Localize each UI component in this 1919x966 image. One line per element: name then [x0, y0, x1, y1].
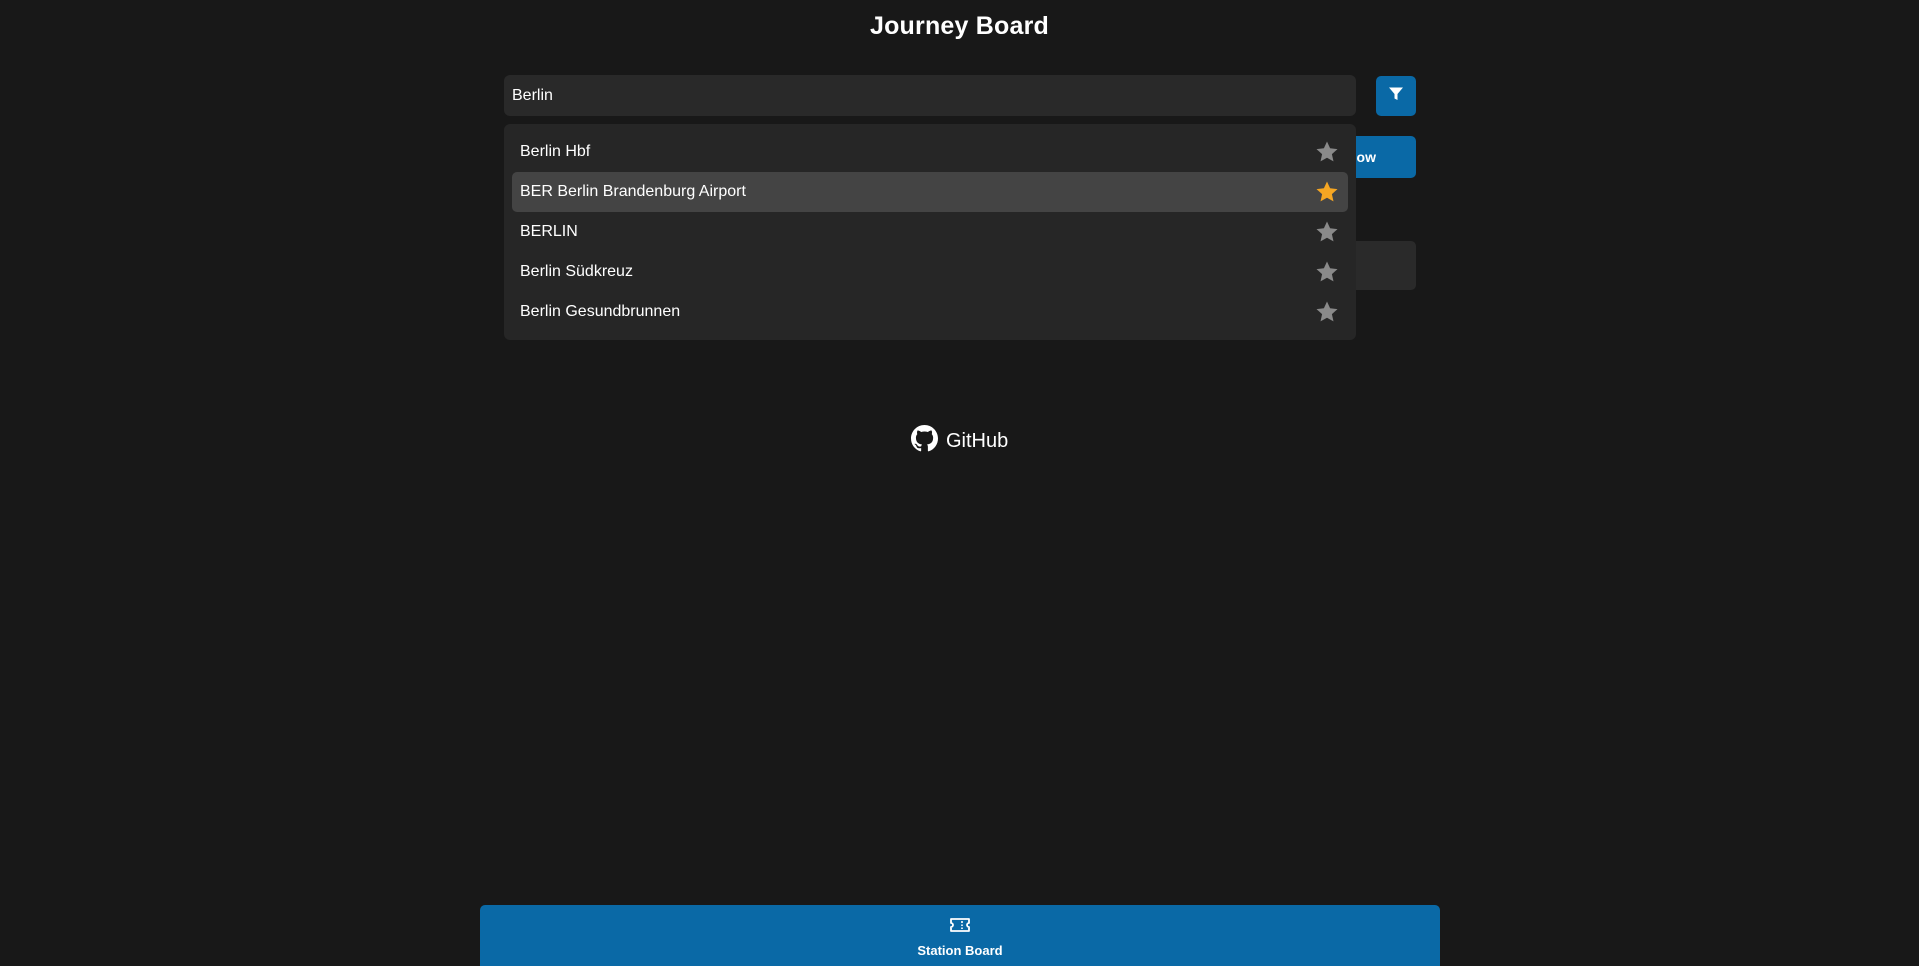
suggestion-label: Berlin Gesundbrunnen [520, 303, 681, 320]
ticket-icon [949, 916, 971, 939]
github-link[interactable]: GitHub [911, 424, 1009, 458]
suggestion-label: Berlin Hbf [520, 143, 591, 160]
suggestion-label: BERLIN [520, 223, 578, 240]
suggestion-item[interactable]: Berlin Südkreuz [512, 252, 1348, 292]
suggestion-label: Berlin Südkreuz [520, 263, 633, 280]
bottom-navigation: Station Board [480, 905, 1440, 966]
star-filled-icon[interactable] [1314, 179, 1340, 205]
github-icon [911, 424, 938, 458]
page: Journey Board ow Berlin Hbf BER Berlin B… [0, 0, 1919, 966]
nav-station-board-label: Station Board [917, 943, 1003, 958]
star-icon[interactable] [1314, 219, 1340, 245]
star-icon[interactable] [1314, 259, 1340, 285]
suggestion-item[interactable]: BER Berlin Brandenburg Airport [512, 172, 1348, 212]
page-title: Journey Board [869, 12, 1050, 40]
star-icon[interactable] [1314, 299, 1340, 325]
filter-icon [1388, 86, 1404, 107]
suggestion-item[interactable]: BERLIN [512, 212, 1348, 252]
suggestion-label: BER Berlin Brandenburg Airport [520, 183, 746, 200]
station-suggestions-dropdown: Berlin Hbf BER Berlin Brandenburg Airpor… [504, 124, 1356, 340]
suggestion-item[interactable]: Berlin Hbf [512, 132, 1348, 172]
star-icon[interactable] [1314, 139, 1340, 165]
suggestion-item[interactable]: Berlin Gesundbrunnen [512, 292, 1348, 332]
github-label: GitHub [946, 429, 1009, 452]
nav-station-board[interactable]: Station Board [480, 916, 1440, 958]
now-button-label: ow [1356, 149, 1376, 165]
station-search-input[interactable] [504, 75, 1356, 116]
filter-button[interactable] [1376, 76, 1416, 116]
